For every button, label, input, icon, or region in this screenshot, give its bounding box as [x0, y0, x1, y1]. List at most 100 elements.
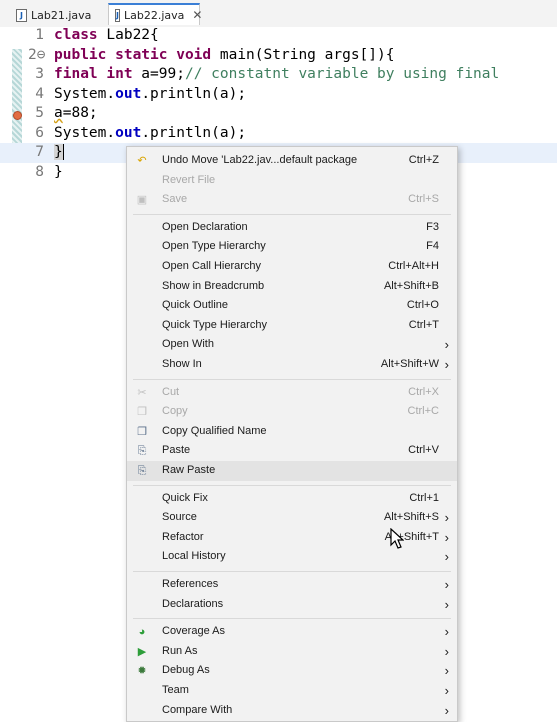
menu-item-quick-type-hierarchy[interactable]: Quick Type Hierarchy Ctrl+T: [127, 316, 457, 336]
menu-item-open-call-hierarchy[interactable]: Open Call Hierarchy Ctrl+Alt+H: [127, 257, 457, 277]
code-text: }: [54, 163, 63, 183]
chevron-right-icon: ›: [444, 702, 449, 718]
close-icon[interactable]: ✕: [192, 8, 202, 22]
menu-item-label: Undo Move 'Lab22.jav...default package: [162, 154, 358, 166]
menu-item-debug-as[interactable]: ✹ Debug As ›: [127, 661, 457, 681]
field-token: out: [115, 85, 142, 102]
run-icon: ▶: [137, 645, 147, 658]
tab-lab21[interactable]: J Lab21.java: [10, 4, 100, 26]
code-text: }: [54, 143, 64, 163]
menu-item-label: Open Declaration: [162, 220, 248, 233]
menu-item-shortcut: Ctrl+Z: [408, 154, 439, 166]
menu-item-shortcut: Alt+Shift+W: [380, 358, 439, 370]
menu-item-shortcut: F4: [426, 240, 439, 253]
menu-item-shortcut: Ctrl+1: [409, 491, 439, 504]
chevron-right-icon: ›: [444, 529, 449, 545]
line-number: 4: [35, 85, 44, 102]
chevron-right-icon: ›: [444, 663, 449, 679]
code-line[interactable]: 4 System.out.println(a);: [0, 85, 557, 105]
copy-icon: ❐: [137, 406, 147, 419]
keyword-token: public static void: [54, 46, 212, 63]
code-token: .println(a);: [141, 85, 247, 102]
menu-item-label: Debug As: [162, 664, 210, 677]
menu-item-shortcut: Ctrl+O: [406, 299, 439, 312]
menu-item-open-type-hierarchy[interactable]: Open Type Hierarchy F4: [127, 237, 457, 257]
menu-item-label: Open With: [162, 338, 214, 351]
menu-item-shortcut: Alt+Shift+B: [383, 279, 439, 292]
menu-item-shortcut: Ctrl+X: [408, 385, 439, 398]
bug-icon: ✹: [137, 665, 147, 678]
code-token: .println(a);: [141, 124, 247, 141]
menu-item-run-as[interactable]: ▶ Run As ›: [127, 642, 457, 662]
menu-item-compare-with[interactable]: Compare With ›: [127, 701, 457, 721]
chevron-right-icon: ›: [444, 549, 449, 565]
menu-separator: [133, 571, 451, 572]
java-file-icon: J: [16, 8, 27, 22]
code-text: final int a=99;// constatnt variable by …: [54, 65, 499, 85]
menu-item-undo-move-lab22-jav-default-package[interactable]: ↶ Undo Move 'Lab22.jav...default package C…: [127, 151, 457, 171]
raw-paste-icon: ⎘: [137, 465, 147, 477]
menu-item-copy-qualified-name[interactable]: ❐ Copy Qualified Name: [127, 422, 457, 442]
code-line[interactable]: 1 class Lab22{: [0, 26, 557, 46]
menu-item-shortcut: Ctrl+S: [408, 193, 439, 206]
menu-item-declarations[interactable]: Declarations ›: [127, 595, 457, 615]
menu-item-label: Cut: [162, 385, 180, 398]
menu-item-references[interactable]: References ›: [127, 575, 457, 595]
menu-separator: [133, 378, 451, 380]
menu-item-open-declaration[interactable]: Open Declaration F3: [127, 218, 457, 238]
menu-item-shortcut: Ctrl+T: [408, 318, 439, 331]
menu-item-open-with[interactable]: Open With ›: [127, 335, 457, 355]
paste-icon: ⎘: [137, 445, 147, 458]
editor-tab-bar: J Lab21.java J Lab22.java ✕: [0, 0, 557, 28]
code-line[interactable]: 5 a=88;: [0, 104, 557, 124]
menu-item-cut[interactable]: ✂ Cut Ctrl+X: [127, 383, 457, 403]
code-text: System.out.println(a);: [54, 85, 246, 105]
menu-item-show-in[interactable]: Show In Alt+Shift+W ›: [127, 355, 457, 375]
menu-item-revert-file[interactable]: Revert File: [127, 171, 457, 191]
menu-item-refactor[interactable]: Refactor Alt+Shift+T ›: [127, 528, 457, 548]
line-number: 2⊖: [28, 46, 46, 63]
menu-item-paste[interactable]: ⎘ Paste Ctrl+V: [127, 441, 457, 461]
tab-lab22[interactable]: J Lab22.java ✕: [108, 3, 202, 25]
code-token: System.: [54, 85, 116, 102]
menu-item-label: Local History: [162, 550, 226, 563]
context-menu: ↶ Undo Move 'Lab22.jav...default package C…: [126, 146, 458, 722]
code-text: a=88;: [54, 104, 98, 124]
menu-item-raw-paste[interactable]: ⎘ Raw Paste: [127, 461, 457, 481]
menu-item-label: Refactor: [162, 530, 204, 543]
menu-item-copy[interactable]: ❐ Copy Ctrl+C: [127, 402, 457, 422]
menu-item-label: Paste: [162, 444, 191, 457]
line-number: 1: [35, 27, 44, 43]
code-line[interactable]: 3 final int a=99;// constatnt variable by…: [0, 65, 557, 85]
menu-separator: [133, 213, 451, 215]
code-token: }: [54, 163, 63, 180]
menu-item-coverage-as[interactable]: ◕ Coverage As ›: [127, 622, 457, 642]
code-line[interactable]: 2⊖ public static void main(String args[])…: [0, 46, 557, 66]
menu-item-local-history[interactable]: Local History ›: [127, 547, 457, 567]
chevron-right-icon: ›: [444, 596, 449, 612]
tab-label: Lab22.java: [123, 8, 185, 22]
menu-item-label: Compare With: [162, 703, 233, 716]
field-token: out: [115, 124, 142, 141]
line-number: 6: [35, 124, 44, 141]
menu-item-label: Open Call Hierarchy: [162, 260, 262, 272]
warning-token: a: [54, 105, 63, 121]
copy-qualified-icon: ❐: [137, 425, 147, 438]
chevron-right-icon: ›: [444, 624, 449, 640]
code-line[interactable]: 6 System.out.println(a);: [0, 124, 557, 144]
menu-item-shortcut: Alt+Shift+S: [383, 511, 439, 524]
menu-item-label: Quick Fix: [162, 491, 208, 504]
menu-item-label: Source: [162, 511, 197, 524]
menu-item-team[interactable]: Team ›: [127, 681, 457, 701]
code-token: main(String args[]){: [211, 46, 395, 63]
coverage-icon: ◕: [138, 626, 146, 639]
menu-item-quick-outline[interactable]: Quick Outline Ctrl+O: [127, 296, 457, 316]
menu-item-source[interactable]: Source Alt+Shift+S ›: [127, 508, 457, 528]
menu-item-show-in-breadcrumb[interactable]: Show in Breadcrumb Alt+Shift+B: [127, 277, 457, 297]
menu-item-quick-fix[interactable]: Quick Fix Ctrl+1: [127, 489, 457, 509]
code-text: System.out.println(a);: [54, 124, 246, 144]
menu-item-label: Coverage As: [162, 625, 225, 638]
menu-item-label: Copy: [162, 405, 188, 418]
code-token: a=99;: [132, 66, 185, 82]
menu-item-save[interactable]: ▣ Save Ctrl+S: [127, 190, 457, 210]
